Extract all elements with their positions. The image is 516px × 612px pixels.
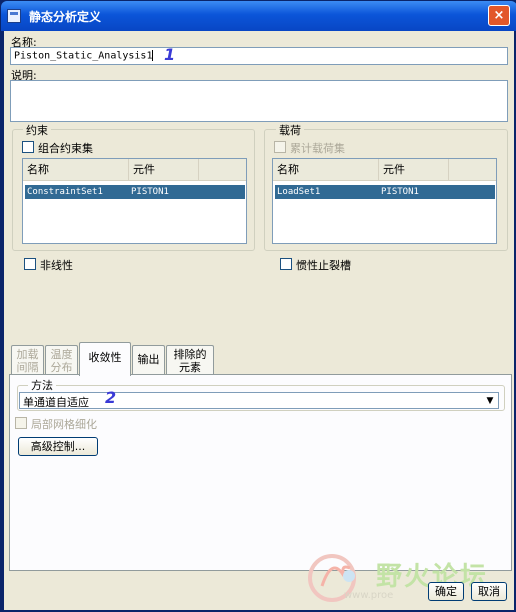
constraint-component-cell: PISTON1 bbox=[131, 187, 169, 197]
tab-excluded-elements[interactable]: 排除的 元素 bbox=[166, 345, 214, 375]
accumulate-loads-label: 累计载荷集 bbox=[290, 142, 345, 155]
dialog-window: 静态分析定义 × 名称: Piston_Static_Analysis1 1 说… bbox=[0, 0, 516, 612]
constraints-col-empty bbox=[199, 159, 247, 181]
tab-temperature-line1: 温度 bbox=[50, 348, 73, 361]
tab-excluded-line1: 排除的 bbox=[173, 348, 207, 361]
tab-output[interactable]: 输出 bbox=[132, 345, 165, 375]
method-select[interactable]: 单通道自适应 ▼ bbox=[19, 392, 499, 409]
constraints-list-header: 名称 元件 bbox=[23, 159, 246, 181]
window-icon bbox=[7, 9, 21, 23]
loads-title: 载荷 bbox=[276, 122, 304, 138]
inertia-relief-label: 惯性止裂槽 bbox=[296, 259, 351, 272]
tab-load-interval-line2: 间隔 bbox=[16, 361, 39, 374]
loads-row[interactable]: LoadSet1 PISTON1 bbox=[275, 185, 495, 199]
ok-button[interactable]: 确定 bbox=[428, 582, 464, 601]
constraint-name-cell: ConstraintSet1 bbox=[27, 187, 103, 197]
text-cursor bbox=[152, 50, 154, 61]
annotation-mark-1: 1 bbox=[164, 45, 176, 64]
close-button[interactable]: × bbox=[488, 5, 510, 26]
constraints-row[interactable]: ConstraintSet1 PISTON1 bbox=[25, 185, 245, 199]
local-refine-label: 局部网格细化 bbox=[31, 418, 97, 431]
combine-constraints-label: 组合约束集 bbox=[38, 142, 93, 155]
tab-load-interval-line1: 加载 bbox=[16, 348, 39, 361]
constraints-col-component[interactable]: 元件 bbox=[129, 159, 199, 181]
tab-temperature-line2: 分布 bbox=[50, 361, 73, 374]
annotation-mark-2: 2 bbox=[105, 388, 117, 407]
chevron-down-icon: ▼ bbox=[486, 396, 494, 406]
tab-convergence[interactable]: 收敛性 bbox=[79, 342, 131, 376]
tab-excluded-line2: 元素 bbox=[179, 361, 201, 374]
constraints-col-name[interactable]: 名称 bbox=[23, 159, 129, 181]
tab-convergence-label: 收敛性 bbox=[88, 351, 122, 364]
tab-output-label: 输出 bbox=[137, 353, 160, 366]
name-input[interactable]: Piston_Static_Analysis1 bbox=[10, 47, 508, 65]
constraints-list[interactable]: 名称 元件 ConstraintSet1 PISTON1 bbox=[22, 158, 247, 244]
local-refine-checkbox[interactable] bbox=[15, 417, 27, 429]
loads-list-header: 名称 元件 bbox=[273, 159, 496, 181]
convergence-panel: 方法 单通道自适应 ▼ 2 局部网格细化 高级控制... bbox=[9, 374, 512, 571]
loads-list[interactable]: 名称 元件 LoadSet1 PISTON1 bbox=[272, 158, 497, 244]
cancel-button[interactable]: 取消 bbox=[471, 582, 507, 601]
loads-col-component[interactable]: 元件 bbox=[379, 159, 449, 181]
watermark-url: www.proe bbox=[344, 590, 394, 601]
combine-constraints-checkbox[interactable] bbox=[22, 141, 34, 153]
advanced-control-button[interactable]: 高级控制... bbox=[18, 437, 98, 456]
load-name-cell: LoadSet1 bbox=[277, 187, 321, 197]
method-value: 单通道自适应 bbox=[23, 396, 89, 409]
loads-col-name[interactable]: 名称 bbox=[273, 159, 379, 181]
tab-load-interval[interactable]: 加载 间隔 bbox=[11, 345, 44, 375]
title-bar[interactable]: 静态分析定义 × bbox=[1, 1, 516, 31]
name-value: Piston_Static_Analysis1 bbox=[14, 50, 153, 62]
tab-temperature-distribution[interactable]: 温度 分布 bbox=[45, 345, 78, 375]
loads-col-empty bbox=[449, 159, 497, 181]
inertia-relief-checkbox[interactable] bbox=[280, 258, 292, 270]
nonlinear-checkbox[interactable] bbox=[24, 258, 36, 270]
dialog-body: 名称: Piston_Static_Analysis1 1 说明: 约束 组合约… bbox=[4, 31, 514, 610]
load-component-cell: PISTON1 bbox=[381, 187, 419, 197]
accumulate-loads-checkbox[interactable] bbox=[274, 141, 286, 153]
nonlinear-label: 非线性 bbox=[40, 259, 73, 272]
description-textarea[interactable] bbox=[10, 80, 508, 122]
method-title: 方法 bbox=[28, 377, 56, 393]
window-title: 静态分析定义 bbox=[29, 10, 102, 24]
constraints-title: 约束 bbox=[23, 122, 51, 138]
